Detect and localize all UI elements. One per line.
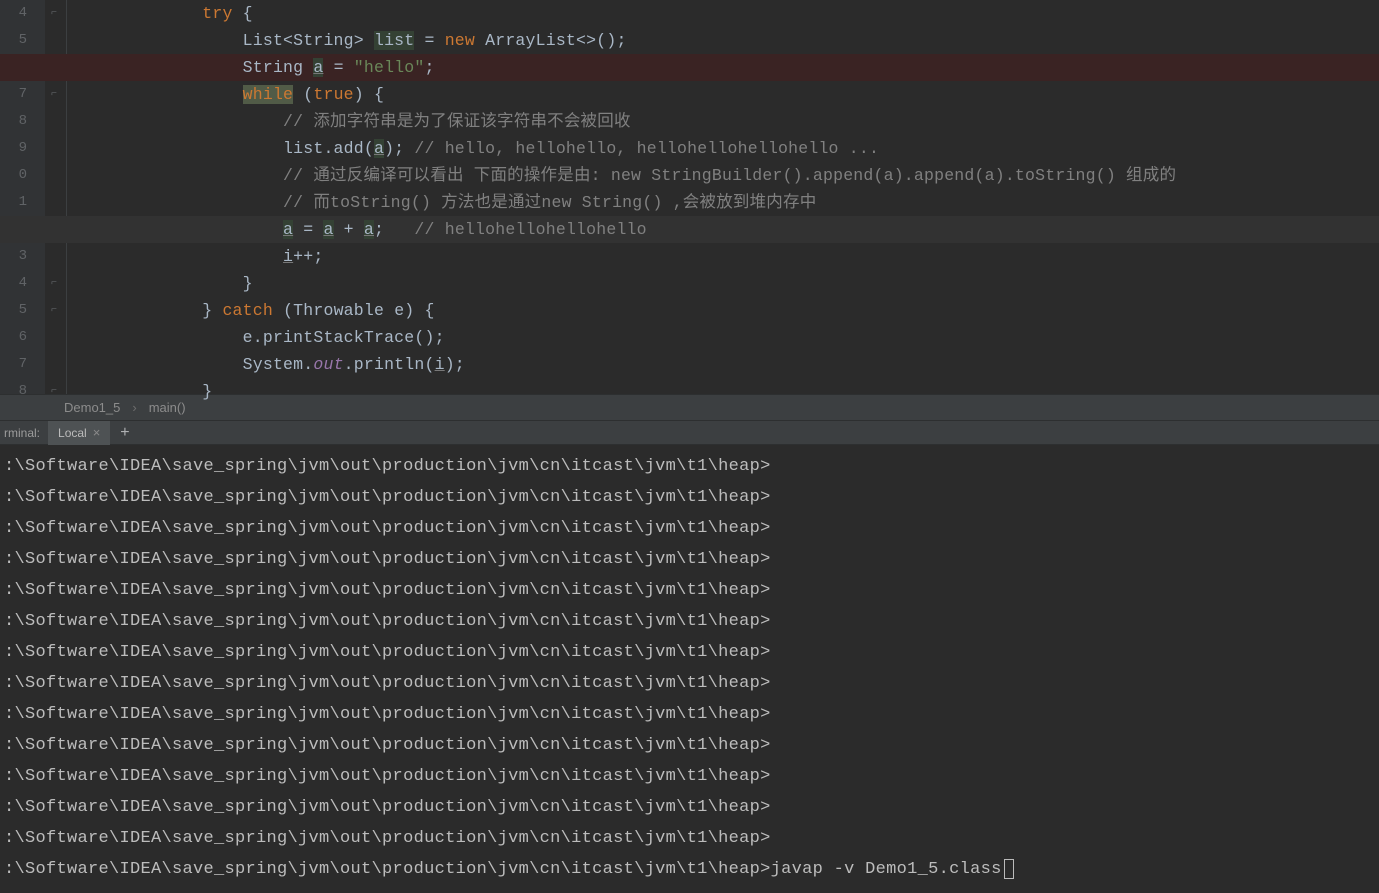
code-line[interactable]: System.out.println(i);	[81, 351, 1379, 378]
line-number[interactable]: 3	[0, 243, 45, 270]
terminal-cursor	[1004, 859, 1014, 879]
code-area[interactable]: try { List<String> list = new ArrayList<…	[67, 0, 1379, 394]
code-line[interactable]: } catch (Throwable e) {	[81, 297, 1379, 324]
terminal-line: :\Software\IDEA\save_spring\jvm\out\prod…	[4, 730, 1375, 761]
code-line[interactable]: list.add(a); // hello, hellohello, hello…	[81, 135, 1379, 162]
fold-icon[interactable]: ⌐	[48, 89, 60, 101]
terminal-line: :\Software\IDEA\save_spring\jvm\out\prod…	[4, 668, 1375, 699]
code-line[interactable]: i++;	[81, 243, 1379, 270]
terminal-line: :\Software\IDEA\save_spring\jvm\out\prod…	[4, 513, 1375, 544]
code-line[interactable]: e.printStackTrace();	[81, 324, 1379, 351]
code-line[interactable]: try {	[81, 0, 1379, 27]
terminal-line: :\Software\IDEA\save_spring\jvm\out\prod…	[4, 699, 1375, 730]
fold-icon[interactable]: ⌐	[48, 305, 60, 317]
line-number[interactable]: 5	[0, 27, 45, 54]
fold-icon[interactable]: ⌐	[48, 278, 60, 290]
terminal-tab-label: Local	[58, 426, 87, 440]
code-line[interactable]: a = a + a; // hellohellohellohello	[81, 216, 1379, 243]
code-line[interactable]: // 而toString() 方法也是通过new String() ,会被放到堆…	[81, 189, 1379, 216]
line-number[interactable]: 1	[0, 189, 45, 216]
code-line[interactable]: // 通过反编译可以看出 下面的操作是由: new StringBuilder(…	[81, 162, 1379, 189]
terminal-line: :\Software\IDEA\save_spring\jvm\out\prod…	[4, 637, 1375, 668]
line-number[interactable]: 5	[0, 297, 45, 324]
terminal-tool-label[interactable]: rminal:	[0, 426, 48, 440]
terminal-line: :\Software\IDEA\save_spring\jvm\out\prod…	[4, 792, 1375, 823]
close-icon[interactable]: ×	[93, 425, 101, 440]
code-line[interactable]: List<String> list = new ArrayList<>();	[81, 27, 1379, 54]
terminal-output[interactable]: :\Software\IDEA\save_spring\jvm\out\prod…	[0, 445, 1379, 893]
terminal-line: :\Software\IDEA\save_spring\jvm\out\prod…	[4, 823, 1375, 854]
terminal-line: :\Software\IDEA\save_spring\jvm\out\prod…	[4, 451, 1375, 482]
line-number[interactable]: 7	[0, 81, 45, 108]
line-number[interactable]: 8	[0, 108, 45, 135]
code-editor[interactable]: 456789012345678 ⌐⌐⌐⌐⌐⌐💡 try { List<Strin…	[0, 0, 1379, 394]
fold-icon[interactable]: ⌐	[48, 8, 60, 20]
terminal-line: :\Software\IDEA\save_spring\jvm\out\prod…	[4, 544, 1375, 575]
fold-icon[interactable]: ⌐	[48, 386, 60, 398]
terminal-input-line[interactable]: :\Software\IDEA\save_spring\jvm\out\prod…	[4, 854, 1375, 885]
terminal-header: rminal: Local × +	[0, 420, 1379, 445]
code-line[interactable]: }	[81, 378, 1379, 405]
terminal-line: :\Software\IDEA\save_spring\jvm\out\prod…	[4, 482, 1375, 513]
terminal-tab-local[interactable]: Local ×	[48, 421, 110, 445]
line-number[interactable]: 4	[0, 270, 45, 297]
code-line[interactable]: String a = "hello";	[81, 54, 1379, 81]
code-line[interactable]: while (true) {	[81, 81, 1379, 108]
line-number[interactable]: 0	[0, 162, 45, 189]
line-number[interactable]: 8	[0, 378, 45, 405]
terminal-line: :\Software\IDEA\save_spring\jvm\out\prod…	[4, 575, 1375, 606]
terminal-line: :\Software\IDEA\save_spring\jvm\out\prod…	[4, 606, 1375, 637]
line-number[interactable]: 7	[0, 351, 45, 378]
add-terminal-button[interactable]: +	[110, 424, 139, 442]
code-line[interactable]: }	[81, 270, 1379, 297]
line-number[interactable]: 9	[0, 135, 45, 162]
line-number[interactable]: 4	[0, 0, 45, 27]
line-number[interactable]: 6	[0, 324, 45, 351]
terminal-line: :\Software\IDEA\save_spring\jvm\out\prod…	[4, 761, 1375, 792]
code-line[interactable]: // 添加字符串是为了保证该字符串不会被回收	[81, 108, 1379, 135]
